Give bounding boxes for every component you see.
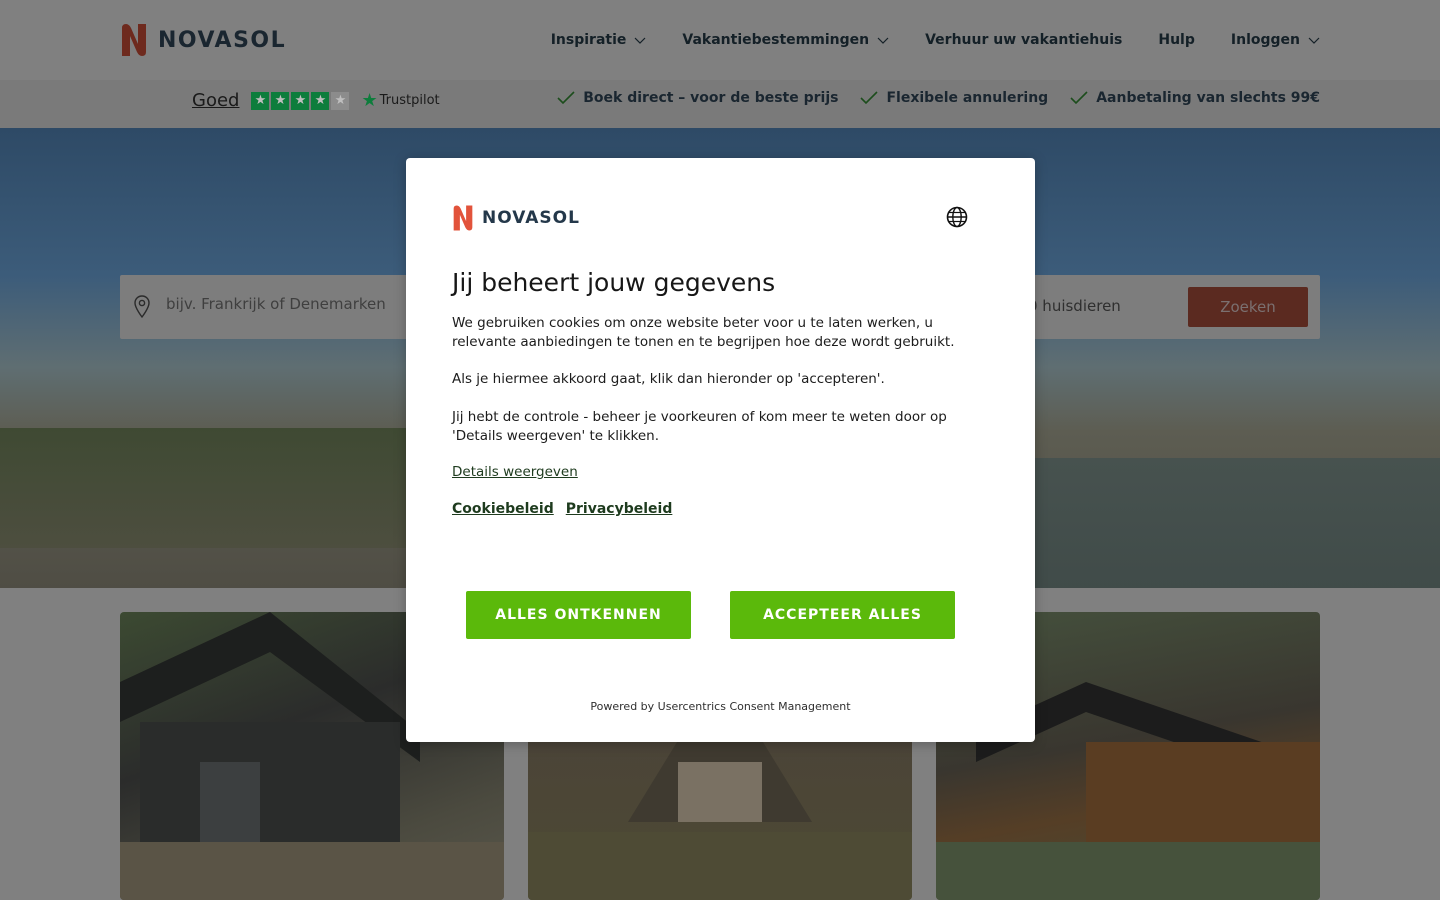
trustpilot-logo: ★ Trustpilot [361,90,439,111]
usp-text: Aanbetaling van slechts 99€ [1096,90,1320,106]
consent-logo: NOVASOL [452,204,580,232]
nav-inspiratie[interactable]: Inspiratie [551,32,647,48]
consent-logo-wordmark: NOVASOL [482,208,580,228]
consent-paragraph: Als je hiermee akkoord gaat, klik dan hi… [452,371,885,387]
consent-paragraph: We gebruiken cookies om onze website bet… [452,315,955,350]
usp-item: Aanbetaling van slechts 99€ [1070,90,1320,106]
star-icon: ★ [331,91,350,110]
usp-item: Flexibele annulering [860,90,1048,106]
trustpilot-star-icon: ★ [361,90,378,111]
nav-hulp[interactable]: Hulp [1158,32,1195,48]
main-nav: Inspiratie Vakantiebestemmingen Verhuur … [551,0,1320,80]
check-icon [860,91,879,105]
powered-by-text: Powered by Usercentrics Consent Manageme… [590,700,851,713]
novasol-logo[interactable]: NOVASOL [120,22,286,58]
chevron-down-icon [1308,37,1320,44]
pets-selector[interactable]: 0 huisdieren [1028,297,1121,315]
privacy-policy-link[interactable]: Privacybeleid [566,501,673,517]
nav-label: Inloggen [1230,32,1300,48]
destination-search-input[interactable] [166,295,406,313]
cookie-consent-dialog: NOVASOL Jij beheert jouw gegevens We geb… [406,158,1035,742]
novasol-n-icon [453,205,473,231]
deny-all-button[interactable]: ALLES ONTKENNEN [466,591,691,639]
check-icon [557,91,575,105]
nav-label: Vakantiebestemmingen [682,32,870,48]
nav-label: Inspiratie [550,32,627,48]
usp-text: Flexibele annulering [886,90,1049,106]
nav-inloggen[interactable]: Inloggen [1231,32,1320,48]
nav-vakantiebestemmingen[interactable]: Vakantiebestemmingen [682,32,889,48]
details-link[interactable]: Details weergeven [452,464,578,480]
star-icon: ★ [291,91,310,110]
trustpilot-brand-text: Trustpilot [379,93,440,108]
usp-item: Boek direct – voor de beste prijs [557,90,838,106]
chevron-down-icon [877,37,889,44]
usp-list: Boek direct – voor de beste prijs Flexib… [557,90,1320,106]
search-button[interactable]: Zoeken [1188,287,1308,327]
chevron-down-icon [634,37,646,44]
cookie-policy-link[interactable]: Cookiebeleid [452,501,554,517]
nav-verhuur[interactable]: Verhuur uw vakantiehuis [925,32,1122,48]
nav-label: Verhuur uw vakantiehuis [925,32,1123,48]
logo-wordmark: NOVASOL [158,27,287,53]
star-icon: ★ [271,91,290,110]
policy-links: Cookiebeleid Privacybeleid [452,501,672,517]
consent-paragraph: Jij hebt de controle - beheer je voorkeu… [452,409,947,444]
trustpilot-widget[interactable]: Goed ★ ★ ★ ★ ★ ★ Trustpilot [192,90,440,111]
novasol-n-icon [122,24,146,56]
accept-all-button[interactable]: ACCEPTEER ALLES [730,591,955,639]
site-header: NOVASOL Inspiratie Vakantiebestemmingen … [0,0,1440,80]
consent-title: Jij beheert jouw gegevens [452,268,776,297]
usp-text: Boek direct – voor de beste prijs [583,90,839,106]
check-icon [1070,91,1088,105]
trustpilot-rating-word[interactable]: Goed [192,90,239,111]
trustpilot-stars: ★ ★ ★ ★ ★ [251,91,350,110]
location-pin-icon [134,295,150,319]
star-icon: ★ [251,91,270,110]
nav-label: Hulp [1158,32,1195,48]
globe-icon[interactable] [946,206,968,228]
star-icon: ★ [311,91,330,110]
